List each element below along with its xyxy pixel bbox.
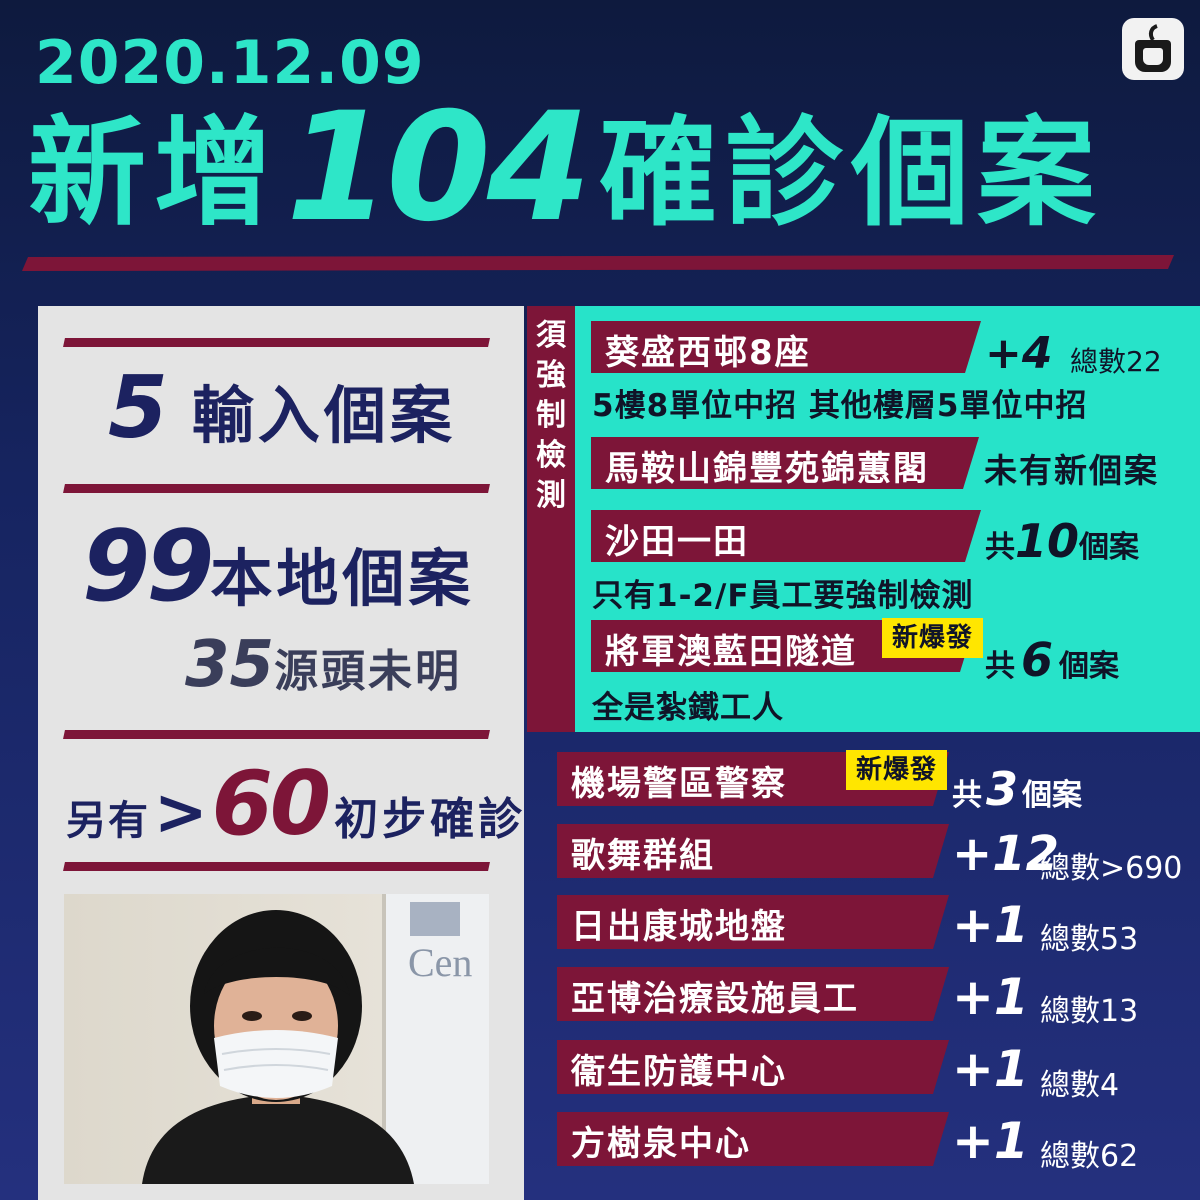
cluster-name: 衞生防護中心 — [571, 1052, 787, 1092]
cluster-bar: 歌舞群組 — [557, 824, 949, 878]
delta-value: +4 — [985, 328, 1053, 379]
cluster-bar: 日出康城地盤 — [557, 895, 949, 949]
new-outbreak-badge: 新爆發 — [846, 750, 948, 790]
local-label: 本地個案 — [210, 542, 475, 615]
count-suffix: 個案 — [1022, 778, 1083, 813]
delta-value: +1 — [952, 1040, 1029, 1098]
apple-logo-icon — [1122, 18, 1184, 80]
delta-value: +1 — [952, 968, 1029, 1026]
cluster-name: 亞博治療設施員工 — [571, 979, 859, 1019]
location-bar: 葵盛西邨8座 — [591, 321, 981, 373]
cluster-name: 方樹泉中心 — [571, 1124, 751, 1164]
summary-divider — [63, 338, 490, 347]
preliminary-label: 初步確診 — [334, 794, 527, 845]
count-number: 6 — [1021, 633, 1054, 687]
preliminary-count: 60 — [211, 752, 331, 855]
location-name: 馬鞍山錦豐苑錦蕙閣 — [605, 449, 929, 489]
case-count: 共 6 個案 — [985, 633, 1119, 687]
cluster-name: 機場警區警察 — [571, 764, 787, 804]
case-count: 共 10 個案 — [985, 514, 1139, 568]
headline-suffix: 確診個案 — [599, 104, 1104, 242]
count-number: 10 — [1015, 514, 1080, 568]
imported-count: 5 — [108, 358, 168, 458]
cluster-name: 歌舞群組 — [571, 836, 715, 876]
location-note: 只有1-2/F員工要強制檢測 — [592, 578, 974, 614]
imported-cases: 5 輸入個案 — [108, 358, 456, 458]
headline-number: 104 — [286, 81, 591, 255]
count-number: 3 — [986, 762, 1019, 816]
total-value: 總數>690 — [1040, 851, 1183, 886]
total-value: 總數22 — [1070, 345, 1162, 378]
cluster-name: 日出康城地盤 — [571, 907, 787, 947]
status-text: 未有新個案 — [984, 451, 1159, 490]
total-value: 總數13 — [1040, 994, 1139, 1029]
cluster-bar: 方樹泉中心 — [557, 1112, 949, 1166]
greater-than-sign: > — [154, 776, 208, 850]
location-note: 全是紮鐵工人 — [592, 690, 784, 726]
cluster-bar: 衞生防護中心 — [557, 1040, 949, 1094]
total-value: 總數4 — [1040, 1068, 1120, 1103]
location-bar: 沙田一田 — [591, 510, 981, 562]
preliminary-cases: 另有 > 60 初步確診 — [66, 752, 526, 855]
location-bar: 馬鞍山錦豐苑錦蕙閣 — [591, 437, 979, 489]
delta-value: +1 — [952, 896, 1029, 954]
count-prefix: 共 — [985, 649, 1015, 684]
summary-divider — [63, 730, 490, 739]
delta-value: +1 — [952, 1112, 1029, 1170]
header-divider — [22, 255, 1174, 271]
official-photo: Cen — [64, 894, 489, 1184]
count-prefix: 共 — [985, 530, 1015, 565]
count-suffix: 個案 — [1059, 649, 1120, 684]
preliminary-prefix: 另有 — [66, 798, 150, 844]
location-name: 葵盛西邨8座 — [605, 333, 811, 373]
summary-divider — [63, 484, 490, 493]
local-count: 99 — [82, 510, 214, 624]
unknown-source-cases: 35源頭未明 — [185, 628, 462, 702]
headline: 新增 104 確診個案 — [28, 78, 1103, 248]
summary-divider — [63, 862, 490, 871]
mandatory-testing-label: 須強制檢測 — [536, 318, 566, 513]
case-count: 共 3 個案 — [952, 762, 1082, 816]
location-name: 沙田一田 — [605, 522, 749, 562]
local-cases: 99本地個案 — [82, 510, 474, 624]
count-suffix: 個案 — [1079, 530, 1140, 565]
imported-label: 輸入個案 — [191, 379, 456, 452]
unknown-count: 35 — [185, 628, 275, 702]
location-name: 將軍澳藍田隧道 — [605, 632, 857, 672]
location-note: 5樓8單位中招 其他樓層5單位中招 — [592, 388, 1088, 424]
total-value: 總數53 — [1040, 922, 1139, 957]
new-outbreak-badge: 新爆發 — [882, 618, 984, 658]
total-value: 總數62 — [1040, 1139, 1139, 1174]
headline-prefix: 新增 — [28, 104, 281, 242]
cluster-bar: 亞博治療設施員工 — [557, 967, 949, 1021]
unknown-label: 源頭未明 — [274, 646, 463, 697]
count-prefix: 共 — [952, 778, 982, 813]
sign-text: Cen — [408, 940, 472, 985]
